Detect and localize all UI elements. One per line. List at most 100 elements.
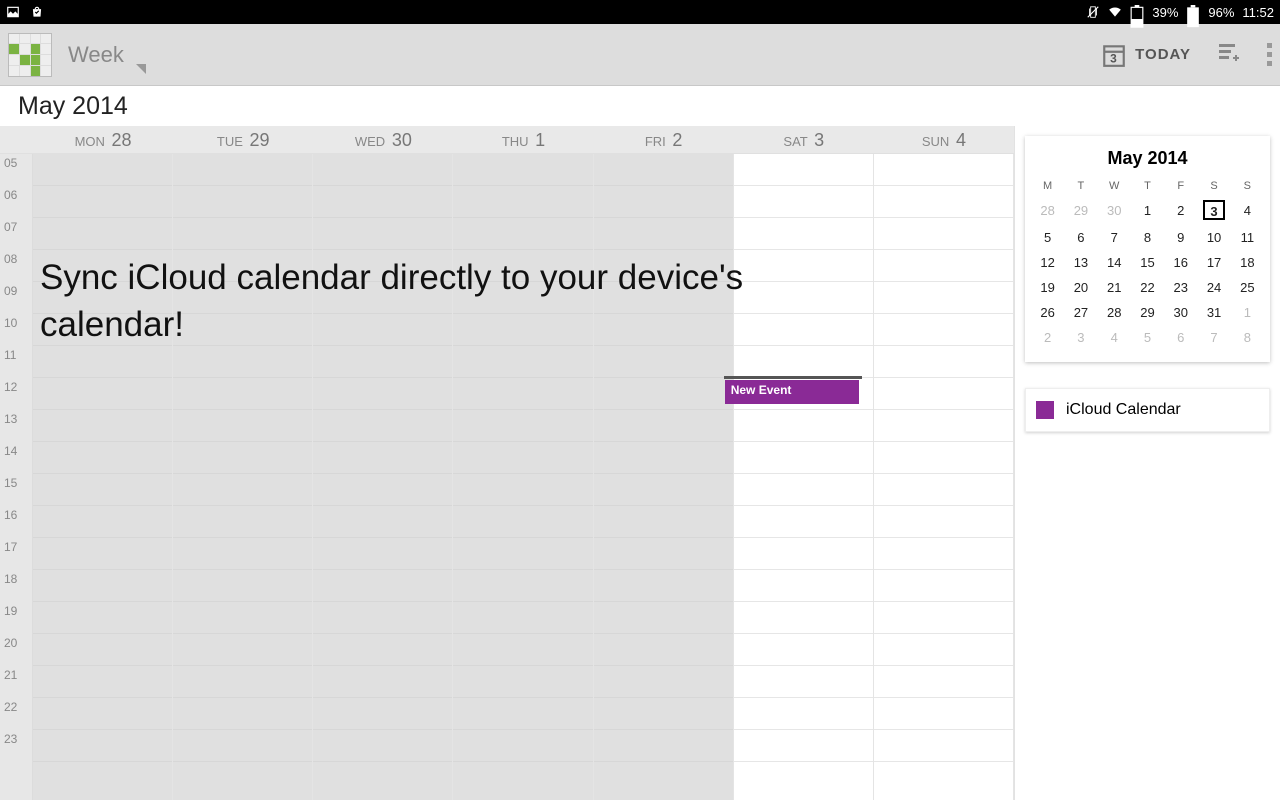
mini-day[interactable]: 6 <box>1064 225 1097 250</box>
mini-day[interactable]: 23 <box>1164 275 1197 300</box>
mini-day[interactable]: 4 <box>1231 195 1264 225</box>
mini-day[interactable]: 26 <box>1031 300 1064 325</box>
mini-day[interactable]: 5 <box>1031 225 1064 250</box>
mini-day[interactable]: 8 <box>1131 225 1164 250</box>
battery1-percent: 39% <box>1152 5 1178 20</box>
mini-day[interactable]: 30 <box>1164 300 1197 325</box>
mini-day[interactable]: 10 <box>1197 225 1230 250</box>
mini-dow: M <box>1031 177 1064 195</box>
mini-day[interactable]: 20 <box>1064 275 1097 300</box>
promo-overlay-text: Sync iCloud calendar directly to your de… <box>40 254 820 349</box>
day-column[interactable] <box>874 154 1014 800</box>
day-header[interactable]: WED 30 <box>313 126 453 153</box>
hour-label: 09 <box>0 282 32 314</box>
mini-day[interactable]: 12 <box>1031 250 1064 275</box>
mini-dow: W <box>1098 177 1131 195</box>
hour-label: 07 <box>0 218 32 250</box>
mini-day[interactable]: 15 <box>1131 250 1164 275</box>
day-header[interactable]: THU 1 <box>453 126 593 153</box>
mini-day[interactable]: 4 <box>1098 325 1131 350</box>
overflow-menu[interactable] <box>1267 43 1272 66</box>
calendar-app-icon[interactable] <box>8 33 52 77</box>
mini-day[interactable]: 1 <box>1231 300 1264 325</box>
mini-day[interactable]: 28 <box>1098 300 1131 325</box>
mini-calendar[interactable]: May 2014 MTWTFSS282930123456789101112131… <box>1025 136 1270 362</box>
hour-label: 15 <box>0 474 32 506</box>
mini-day[interactable]: 8 <box>1231 325 1264 350</box>
mini-dow: T <box>1131 177 1164 195</box>
status-time: 11:52 <box>1242 5 1274 20</box>
mini-day[interactable]: 6 <box>1164 325 1197 350</box>
battery2-percent: 96% <box>1208 5 1234 20</box>
mini-day[interactable]: 25 <box>1231 275 1264 300</box>
mini-day[interactable]: 28 <box>1031 195 1064 225</box>
today-label: TODAY <box>1135 46 1191 63</box>
day-header[interactable]: MON 28 <box>33 126 173 153</box>
mini-day[interactable]: 24 <box>1197 275 1230 300</box>
mini-calendar-title: May 2014 <box>1031 144 1264 177</box>
hour-label: 19 <box>0 602 32 634</box>
day-header[interactable]: SUN 4 <box>874 126 1014 153</box>
mini-day[interactable]: 29 <box>1131 300 1164 325</box>
month-title: May 2014 <box>0 86 1280 126</box>
day-column[interactable] <box>313 154 453 800</box>
mini-day[interactable]: 30 <box>1098 195 1131 225</box>
mini-day[interactable]: 19 <box>1031 275 1064 300</box>
mini-dow: S <box>1231 177 1264 195</box>
day-column[interactable] <box>33 154 173 800</box>
hour-label: 12 <box>0 378 32 410</box>
mini-dow: T <box>1064 177 1097 195</box>
wifi-icon <box>1108 5 1122 19</box>
mini-day[interactable]: 3 <box>1197 195 1230 225</box>
hour-label: 21 <box>0 666 32 698</box>
hour-label: 23 <box>0 730 32 762</box>
day-header[interactable]: TUE 29 <box>173 126 313 153</box>
hour-label: 05 <box>0 154 32 186</box>
day-column[interactable] <box>594 154 734 800</box>
mini-day[interactable]: 1 <box>1131 195 1164 225</box>
mini-day[interactable]: 3 <box>1064 325 1097 350</box>
calendar-event[interactable]: New Event <box>725 380 859 404</box>
mini-day[interactable]: 17 <box>1197 250 1230 275</box>
mini-day[interactable]: 31 <box>1197 300 1230 325</box>
mini-day[interactable]: 11 <box>1231 225 1264 250</box>
battery1-icon <box>1130 5 1144 19</box>
action-bar: Week 3 TODAY <box>0 24 1280 86</box>
view-spinner[interactable]: Week <box>68 42 146 68</box>
today-button[interactable]: 3 TODAY <box>1101 42 1191 68</box>
legend-label: iCloud Calendar <box>1066 401 1181 419</box>
mini-day[interactable]: 21 <box>1098 275 1131 300</box>
hour-label: 06 <box>0 186 32 218</box>
week-view[interactable]: MON 28TUE 29WED 30THU 1FRI 2SAT 3SUN 4 0… <box>0 126 1015 800</box>
day-column[interactable] <box>734 154 874 800</box>
mini-day[interactable]: 27 <box>1064 300 1097 325</box>
mini-day[interactable]: 2 <box>1164 195 1197 225</box>
mini-day[interactable]: 22 <box>1131 275 1164 300</box>
mini-day[interactable]: 7 <box>1197 325 1230 350</box>
mini-day[interactable]: 14 <box>1098 250 1131 275</box>
mini-day[interactable]: 29 <box>1064 195 1097 225</box>
hour-label: 08 <box>0 250 32 282</box>
mini-day[interactable]: 9 <box>1164 225 1197 250</box>
calendar-legend-item[interactable]: iCloud Calendar <box>1025 388 1270 432</box>
mini-day[interactable]: 5 <box>1131 325 1164 350</box>
mini-day[interactable]: 18 <box>1231 250 1264 275</box>
mini-dow: F <box>1164 177 1197 195</box>
day-column[interactable] <box>173 154 313 800</box>
mini-dow: S <box>1197 177 1230 195</box>
new-event-button[interactable] <box>1217 40 1241 69</box>
svg-text:3: 3 <box>1110 51 1118 65</box>
day-header[interactable]: FRI 2 <box>594 126 734 153</box>
hour-label: 16 <box>0 506 32 538</box>
status-bar: 39% 96% 11:52 <box>0 0 1280 24</box>
hour-label: 17 <box>0 538 32 570</box>
hour-label: 13 <box>0 410 32 442</box>
mini-day[interactable]: 2 <box>1031 325 1064 350</box>
mini-day[interactable]: 13 <box>1064 250 1097 275</box>
now-indicator <box>724 376 862 379</box>
day-header[interactable]: SAT 3 <box>734 126 874 153</box>
day-column[interactable] <box>453 154 593 800</box>
hour-label: 11 <box>0 346 32 378</box>
mini-day[interactable]: 16 <box>1164 250 1197 275</box>
mini-day[interactable]: 7 <box>1098 225 1131 250</box>
